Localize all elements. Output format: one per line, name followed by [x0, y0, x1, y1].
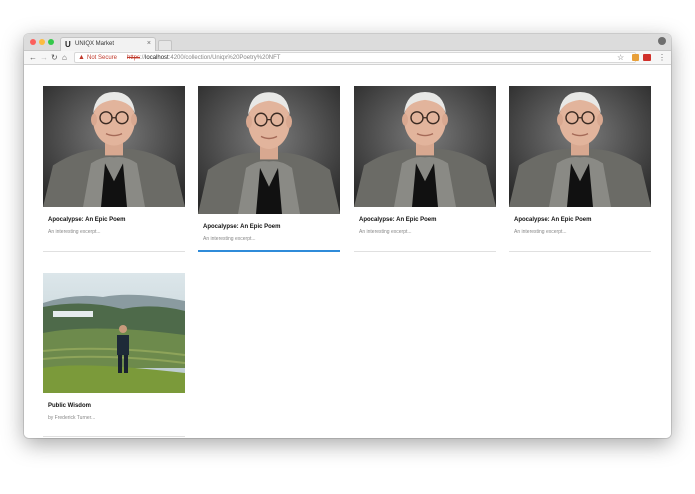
card-image [43, 273, 185, 393]
card-excerpt: An interesting excerpt... [514, 229, 567, 235]
nft-card[interactable]: Apocalypse: An Epic Poem An interesting … [43, 86, 185, 252]
reload-icon[interactable]: ↻ [51, 52, 58, 63]
card-excerpt: An interesting excerpt... [359, 229, 412, 235]
card-title: Apocalypse: An Epic Poem [203, 224, 281, 230]
card-image [43, 86, 185, 207]
profile-icon[interactable] [658, 37, 666, 45]
not-secure-label[interactable]: Not Secure [87, 54, 117, 62]
card-divider [509, 251, 651, 252]
card-title: Apocalypse: An Epic Poem [48, 217, 126, 223]
card-title: Apocalypse: An Epic Poem [359, 217, 437, 223]
nft-card[interactable]: Apocalypse: An Epic Poem An interesting … [198, 86, 340, 252]
card-title: Apocalypse: An Epic Poem [514, 217, 592, 223]
card-excerpt: by Frederick Turner... [48, 415, 96, 421]
card-image [509, 86, 651, 207]
extension-icon[interactable] [632, 54, 639, 61]
card-title: Public Wisdom [48, 403, 91, 409]
star-icon[interactable]: ☆ [617, 52, 624, 63]
card-excerpt: An interesting excerpt... [48, 229, 101, 235]
url-host: localhost [145, 55, 169, 61]
maximize-window-button[interactable] [48, 39, 54, 45]
card-divider [43, 436, 185, 437]
nft-card[interactable]: Apocalypse: An Epic Poem An interesting … [354, 86, 496, 252]
close-window-button[interactable] [30, 39, 36, 45]
card-divider [354, 251, 496, 252]
url-scheme: https [127, 55, 141, 61]
close-icon[interactable]: × [147, 40, 151, 48]
nft-card[interactable]: Apocalypse: An Epic Poem An interesting … [509, 86, 651, 252]
new-tab-button[interactable] [158, 40, 172, 50]
browser-toolbar: ← → ↻ ⌂ ▲ Not Secure https://localhost:4… [24, 51, 671, 65]
warning-icon: ▲ [78, 54, 85, 61]
tab-title: UNIQX Market [75, 41, 115, 47]
home-icon[interactable]: ⌂ [62, 52, 67, 63]
card-excerpt: An interesting excerpt... [203, 236, 256, 242]
card-image [198, 86, 340, 214]
page-content: Apocalypse: An Epic Poem An interesting … [24, 65, 671, 438]
card-divider-active [198, 250, 340, 252]
nft-card[interactable]: Public Wisdom by Frederick Turner... [43, 273, 185, 437]
url-path: :4200/collection/Uniqx%20Poetry%20NFT [168, 55, 281, 61]
card-image [354, 86, 496, 207]
browser-window: U UNIQX Market × ← → ↻ ⌂ ▲ Not Secure ht… [24, 34, 671, 438]
card-divider [43, 251, 185, 252]
menu-icon[interactable]: ⋮ [658, 52, 666, 63]
forward-icon[interactable]: → [40, 52, 48, 63]
address-bar[interactable]: ▲ Not Secure https://localhost:4200/coll… [74, 52, 636, 63]
back-icon[interactable]: ← [29, 52, 37, 63]
minimize-window-button[interactable] [39, 39, 45, 45]
url-text[interactable]: https://localhost:4200/collection/Uniqx%… [127, 54, 280, 62]
extension-icon[interactable] [643, 54, 651, 61]
uniqx-favicon-icon: U [65, 40, 71, 49]
tab-uniqx-market[interactable]: U UNIQX Market × [60, 37, 156, 51]
tab-bar: U UNIQX Market × [24, 34, 671, 51]
